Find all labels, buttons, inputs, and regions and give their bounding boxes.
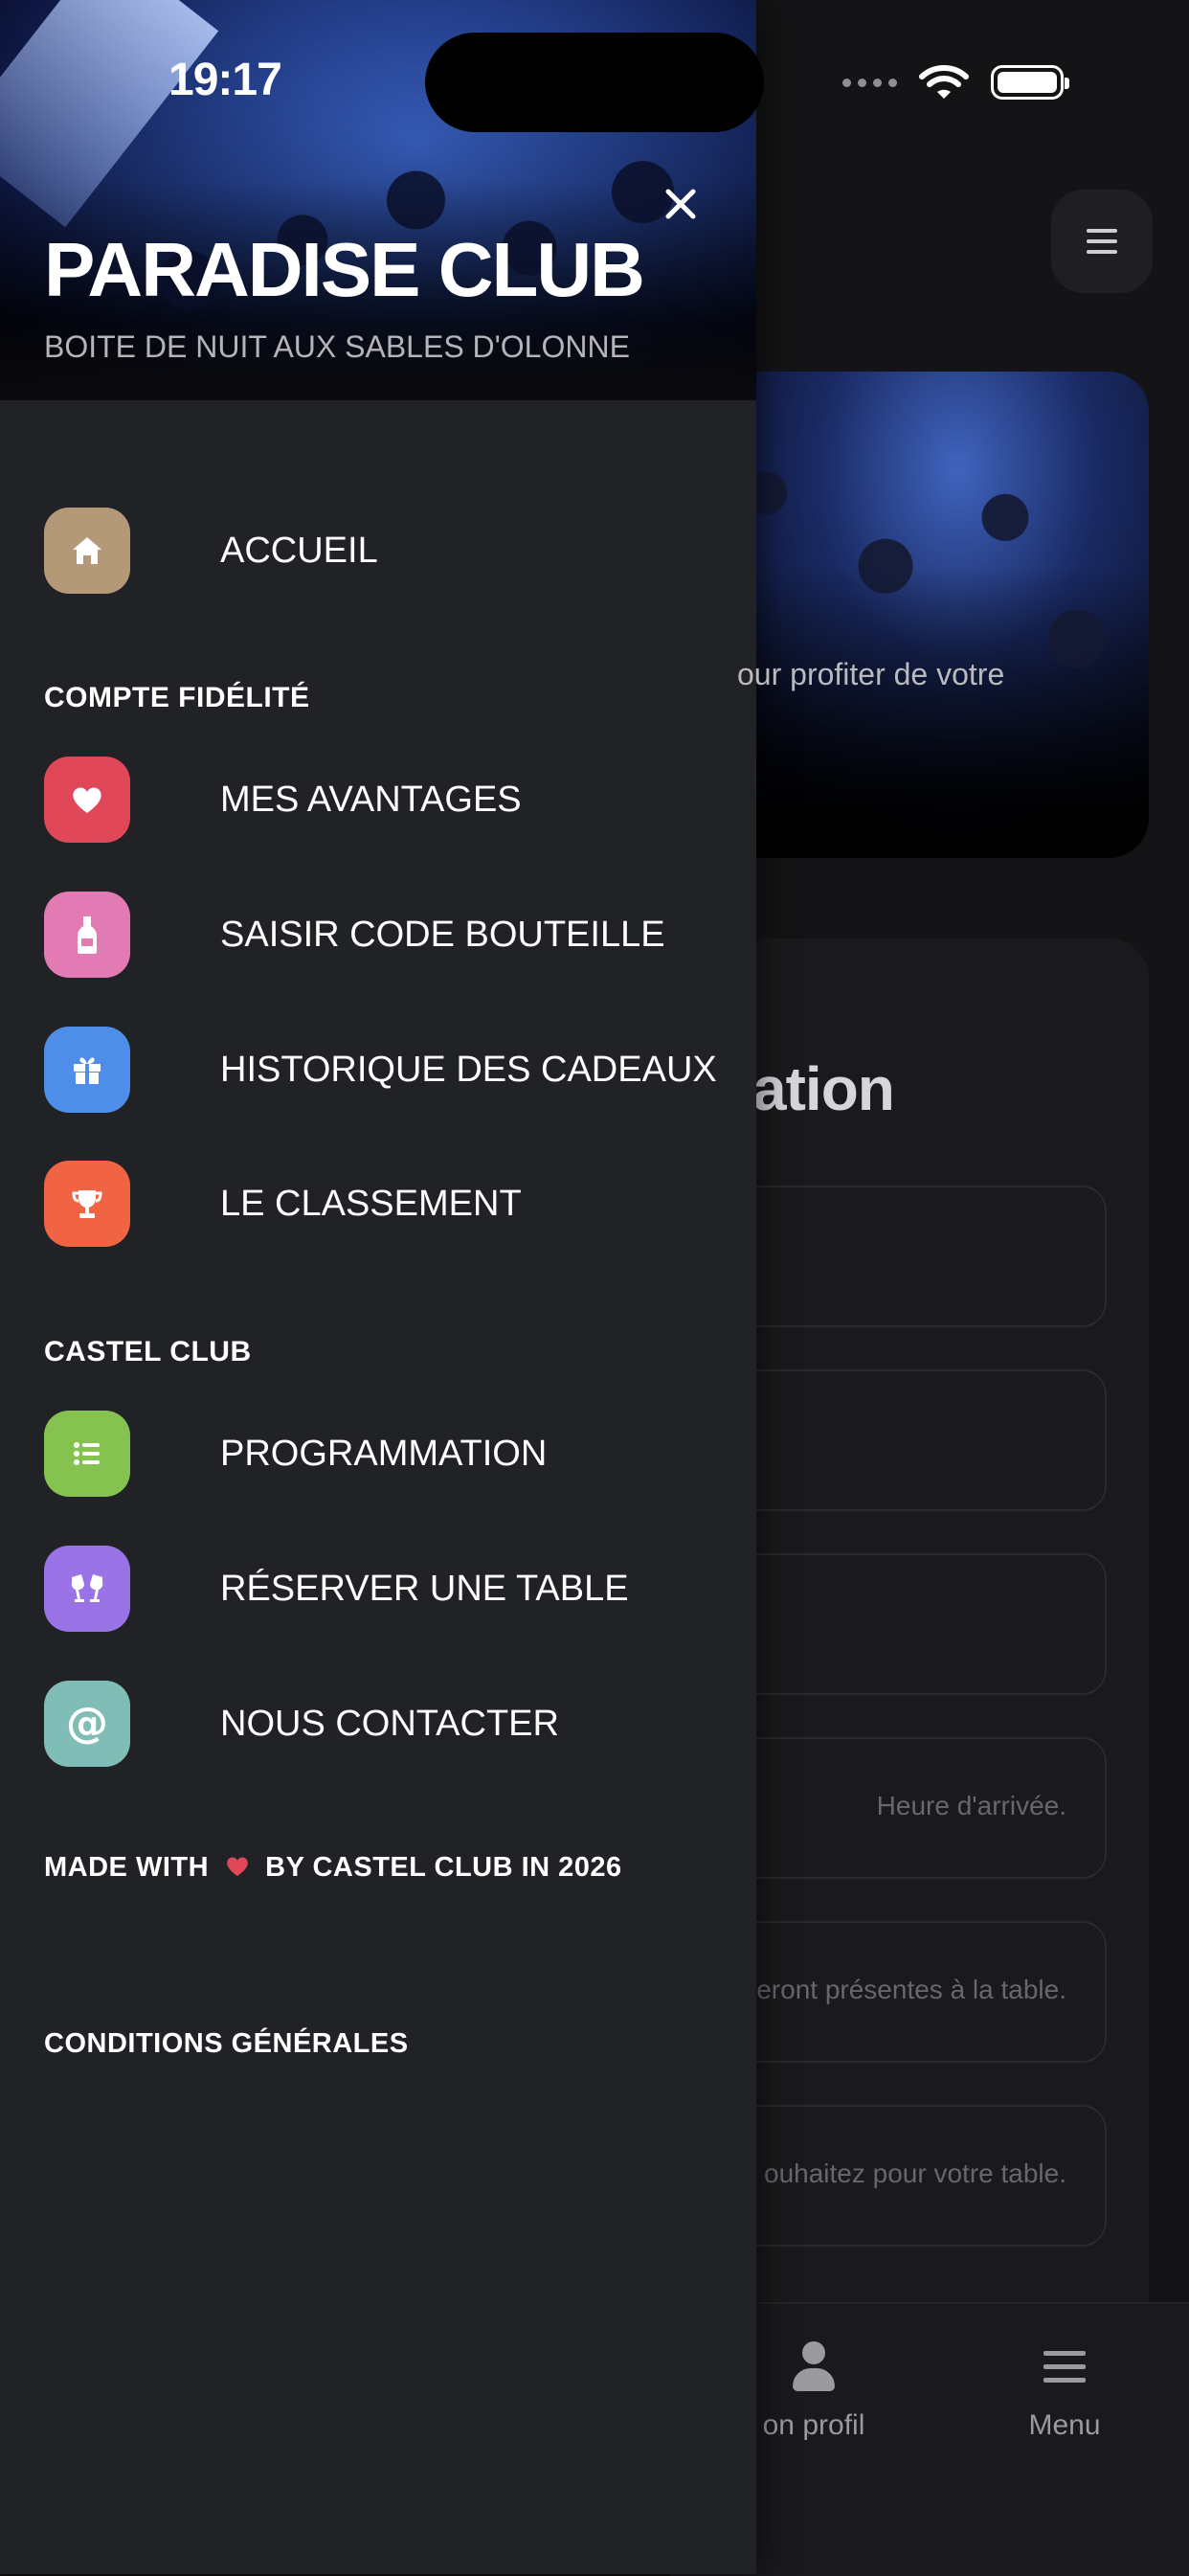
tab-profile[interactable]: on profil <box>737 2339 890 2442</box>
guests-field[interactable]: eront présentes à la table. <box>728 1921 1107 2063</box>
trophy-icon <box>44 1161 130 1247</box>
menu-item-le-classement[interactable]: LE CLASSEMENT <box>44 1161 522 1247</box>
section-loyalty: COMPTE FIDÉLITÉ <box>44 682 310 713</box>
close-drawer-button[interactable] <box>657 180 705 228</box>
arrival-time-field[interactable]: Heure d'arrivée. <box>728 1737 1107 1879</box>
section-castel-club: CASTEL CLUB <box>44 1336 252 1367</box>
menu-item-accueil[interactable]: ACCUEIL <box>44 508 378 594</box>
tab-menu[interactable]: Menu <box>988 2339 1141 2442</box>
menu-item-nous-contacter[interactable]: @ NOUS CONTACTER <box>44 1681 559 1767</box>
menu-item-label: MES AVANTAGES <box>220 779 522 820</box>
menu-item-historique-cadeaux[interactable]: HISTORIQUE DES CADEAUX <box>44 1027 717 1113</box>
champagne-glasses-icon <box>44 1546 130 1632</box>
menu-item-label: LE CLASSEMENT <box>220 1183 522 1224</box>
at-icon: @ <box>44 1681 130 1767</box>
status-indicators <box>842 61 1069 103</box>
gift-icon <box>44 1027 130 1113</box>
tab-menu-label: Menu <box>1028 2409 1101 2441</box>
home-icon <box>44 508 130 594</box>
menu-icon <box>1043 2351 1086 2384</box>
reservation-title: ation <box>752 1054 895 1123</box>
form-field[interactable] <box>728 1186 1107 1327</box>
menu-item-programmation[interactable]: PROGRAMMATION <box>44 1411 547 1497</box>
menu-item-saisir-code-bouteille[interactable]: SAISIR CODE BOUTEILLE <box>44 892 665 978</box>
signal-icon <box>842 78 897 87</box>
form-field[interactable] <box>728 1369 1107 1511</box>
menu-icon <box>1087 229 1117 254</box>
side-drawer: PARADISE CLUB BOITE DE NUIT AUX SABLES D… <box>0 0 756 2574</box>
person-icon <box>793 2341 835 2393</box>
close-icon <box>665 189 696 219</box>
heart-icon <box>44 757 130 843</box>
dynamic-island <box>425 33 764 132</box>
club-subtitle: BOITE DE NUIT AUX SABLES D'OLONNE <box>44 329 630 364</box>
menu-item-label: PROGRAMMATION <box>220 1433 548 1474</box>
menu-item-label: HISTORIQUE DES CADEAUX <box>220 1049 717 1090</box>
conditions-link[interactable]: CONDITIONS GÉNÉRALES <box>44 2028 409 2060</box>
menu-item-mes-avantages[interactable]: MES AVANTAGES <box>44 757 522 843</box>
heart-icon <box>226 1857 248 1877</box>
table-wishes-field[interactable]: ouhaitez pour votre table. <box>728 2105 1107 2247</box>
made-with-footer: MADE WITH BY CASTEL CLUB IN 2026 <box>44 1852 622 1883</box>
menu-item-label: SAISIR CODE BOUTEILLE <box>220 914 665 955</box>
form-field[interactable] <box>728 1553 1107 1695</box>
bottle-icon <box>44 892 130 978</box>
battery-icon <box>991 65 1069 100</box>
tab-profile-label: on profil <box>762 2409 865 2441</box>
menu-item-label: ACCUEIL <box>220 530 378 571</box>
header-menu-button[interactable] <box>1051 190 1153 293</box>
hero-text: our profiter de votre <box>737 657 1005 691</box>
menu-item-label: NOUS CONTACTER <box>220 1703 559 1744</box>
status-time: 19:17 <box>168 55 282 105</box>
menu-item-reserver-table[interactable]: RÉSERVER UNE TABLE <box>44 1546 629 1632</box>
menu-item-label: RÉSERVER UNE TABLE <box>220 1568 629 1609</box>
list-icon <box>44 1411 130 1497</box>
club-title: PARADISE CLUB <box>44 227 645 312</box>
wifi-icon <box>919 65 969 99</box>
